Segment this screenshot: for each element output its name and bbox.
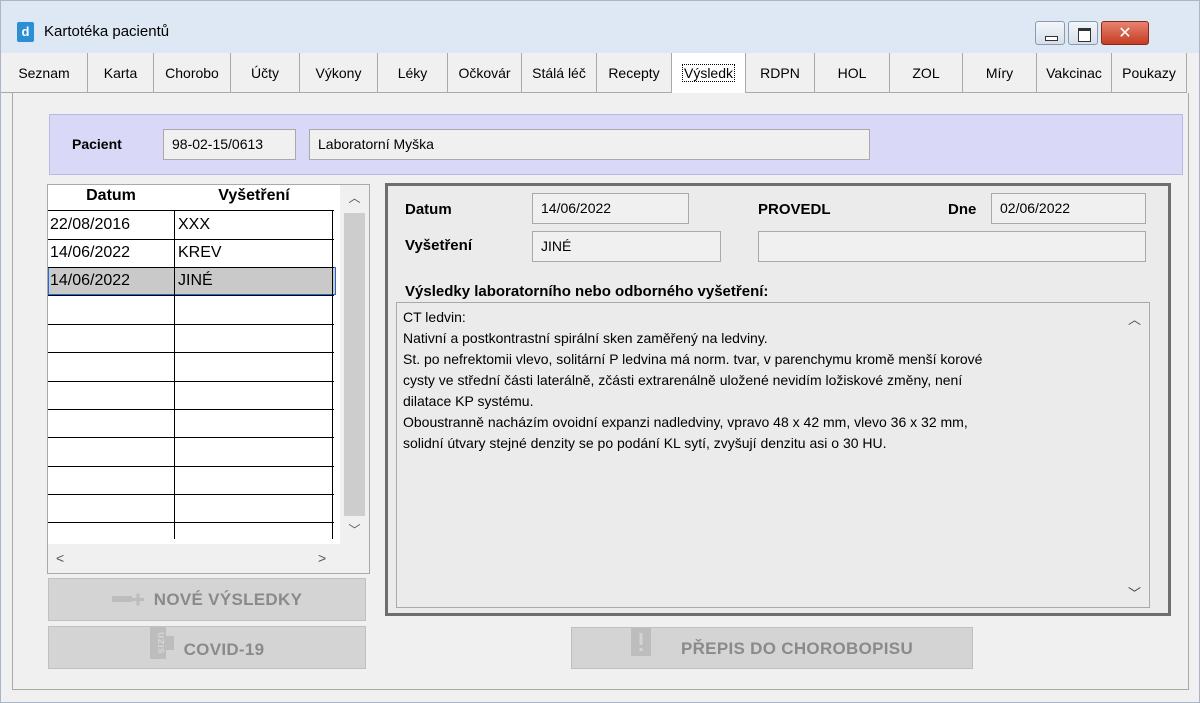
date-field[interactable]: 14/06/2022 <box>532 193 689 224</box>
cell-date[interactable]: 22/08/2016 <box>50 211 130 239</box>
grid-vertical-scrollbar[interactable]: ︿ ﹀ <box>340 185 369 544</box>
grid-row-line <box>48 295 334 296</box>
tab-rdpn[interactable]: RDPN <box>746 53 815 93</box>
grid-header: Datum Vyšetření <box>48 185 336 211</box>
tab-ucty[interactable]: Účty <box>231 53 300 93</box>
tab-recepty[interactable]: Recepty <box>597 53 672 93</box>
results-line: Nativní a postkontrastní spirální sken z… <box>403 330 768 346</box>
grid-col-divider <box>174 211 175 539</box>
close-button[interactable]: ✕ <box>1101 21 1149 45</box>
covid-label: COVID-19 <box>183 639 265 659</box>
scroll-left-icon[interactable]: < <box>56 550 64 566</box>
results-line: CT ledvin: <box>403 309 466 325</box>
patient-file-window: d Kartotéka pacientů ✕ Seznam Karta Chor… <box>0 0 1200 703</box>
dne-label: Dne <box>948 201 977 218</box>
tab-content: Pacient 98-02-15/0613 Laboratorní Myška … <box>12 93 1189 690</box>
minimize-button[interactable] <box>1035 21 1065 45</box>
svg-text:UZIS: UZIS <box>156 632 165 654</box>
col-header-exam[interactable]: Vyšetření <box>174 187 334 205</box>
tab-stala-lecba[interactable]: Stálá léč <box>522 53 597 93</box>
cell-exam[interactable]: XXX <box>178 211 210 239</box>
scroll-right-icon[interactable]: > <box>318 550 326 566</box>
exclamation-icon <box>630 628 651 671</box>
grid-row-line <box>48 352 334 353</box>
cell-exam[interactable]: KREV <box>178 239 222 267</box>
new-results-label: NOVÉ VÝSLEDKY <box>153 590 303 609</box>
tab-strip: Seznam Karta Chorobo Účty Výkony Léky Oč… <box>1 53 1199 94</box>
results-line: dilatace KP systému. <box>403 393 534 409</box>
maximize-button[interactable] <box>1068 21 1098 45</box>
provedl-label: PROVEDL <box>758 201 831 218</box>
col-header-date[interactable]: Datum <box>48 187 174 205</box>
tab-vakcinace[interactable]: Vakcinac <box>1037 53 1112 93</box>
date-label: Datum <box>405 201 452 218</box>
app-icon: d <box>17 22 34 42</box>
scroll-up-icon[interactable]: ︿ <box>340 189 369 206</box>
grid-col-divider-right <box>332 211 333 539</box>
transcribe-label: PŘEPIS DO CHOROBOPISU <box>680 638 914 658</box>
add-record-icon <box>111 580 146 621</box>
cell-exam[interactable]: JINÉ <box>178 267 213 295</box>
chevron-down-icon[interactable]: ﹀ <box>1128 583 1141 602</box>
results-line: cysty ve střední části laterálně, zčásti… <box>403 372 963 388</box>
provedl-field[interactable] <box>758 231 1146 262</box>
exam-label: Vyšetření <box>405 237 472 254</box>
grid-row-line <box>48 381 334 382</box>
title-bar[interactable]: d Kartotéka pacientů ✕ <box>1 1 1199 53</box>
tab-miry[interactable]: Míry <box>963 53 1037 93</box>
tab-vykony[interactable]: Výkony <box>300 53 378 93</box>
scroll-thumb[interactable] <box>344 213 365 516</box>
grid-row-line <box>48 437 334 438</box>
grid-horizontal-scrollbar[interactable]: < > <box>48 544 369 573</box>
tab-chorobopis[interactable]: Chorobo <box>154 53 231 93</box>
new-results-button[interactable]: NOVÉ VÝSLEDKY <box>48 578 366 621</box>
grid-row-line <box>48 324 334 325</box>
transcribe-to-chart-button[interactable]: PŘEPIS DO CHOROBOPISU <box>571 627 973 669</box>
grid-row-line <box>48 466 334 467</box>
results-text: CT ledvin: Nativní a postkontrastní spir… <box>403 307 1113 454</box>
covid-button[interactable]: UZIS COVID-19 <box>48 626 366 669</box>
cell-date[interactable]: 14/06/2022 <box>50 239 130 267</box>
tab-poukazy[interactable]: Poukazy <box>1112 53 1187 93</box>
grid-body: 22/08/2016 XXX 14/06/2022 KREV 14/06/202… <box>48 211 336 539</box>
results-heading: Výsledky laboratorního nebo odborného vy… <box>405 283 769 300</box>
tab-vysledky[interactable]: Výsledk <box>672 53 746 94</box>
grid-row-line <box>48 522 334 523</box>
exam-field[interactable]: JINÉ <box>532 231 721 262</box>
close-icon: ✕ <box>1118 25 1132 42</box>
results-grid[interactable]: Datum Vyšetření 22/08/2016 XXX 14/06/202… <box>47 184 370 574</box>
results-text-area[interactable]: CT ledvin: Nativní a postkontrastní spir… <box>396 302 1150 608</box>
patient-id-field[interactable]: 98-02-15/0613 <box>163 129 296 160</box>
tab-ockovani[interactable]: Očkovár <box>448 53 522 93</box>
chevron-up-icon[interactable]: ︿ <box>1128 309 1141 328</box>
uzis-logo-icon: UZIS <box>149 627 176 674</box>
grid-row-line <box>48 494 334 495</box>
results-line: St. po nefrektomii vlevo, solitární P le… <box>403 351 983 367</box>
patient-label: Pacient <box>72 136 122 152</box>
result-detail-panel: Datum 14/06/2022 PROVEDL Dne 02/06/2022 … <box>385 183 1171 616</box>
tab-zol[interactable]: ZOL <box>890 53 963 93</box>
results-line: solidní útvary stejné denzity se po podá… <box>403 435 887 451</box>
cell-date[interactable]: 14/06/2022 <box>50 267 130 295</box>
results-line: Oboustranně nacházím ovoidní expanzi nad… <box>403 414 968 430</box>
tab-leky[interactable]: Léky <box>378 53 448 93</box>
result-detail-inner: Datum 14/06/2022 PROVEDL Dne 02/06/2022 … <box>392 190 1164 609</box>
window-title: Kartotéka pacientů <box>44 23 170 40</box>
tab-karta[interactable]: Karta <box>88 53 154 93</box>
tab-hol[interactable]: HOL <box>815 53 890 93</box>
tab-seznam[interactable]: Seznam <box>1 53 88 93</box>
dne-date-field[interactable]: 02/06/2022 <box>991 193 1146 224</box>
scroll-down-icon[interactable]: ﹀ <box>340 521 369 538</box>
grid-row-line <box>48 409 334 410</box>
patient-bar: Pacient 98-02-15/0613 Laboratorní Myška <box>49 114 1183 175</box>
patient-name-field[interactable]: Laboratorní Myška <box>309 129 870 160</box>
